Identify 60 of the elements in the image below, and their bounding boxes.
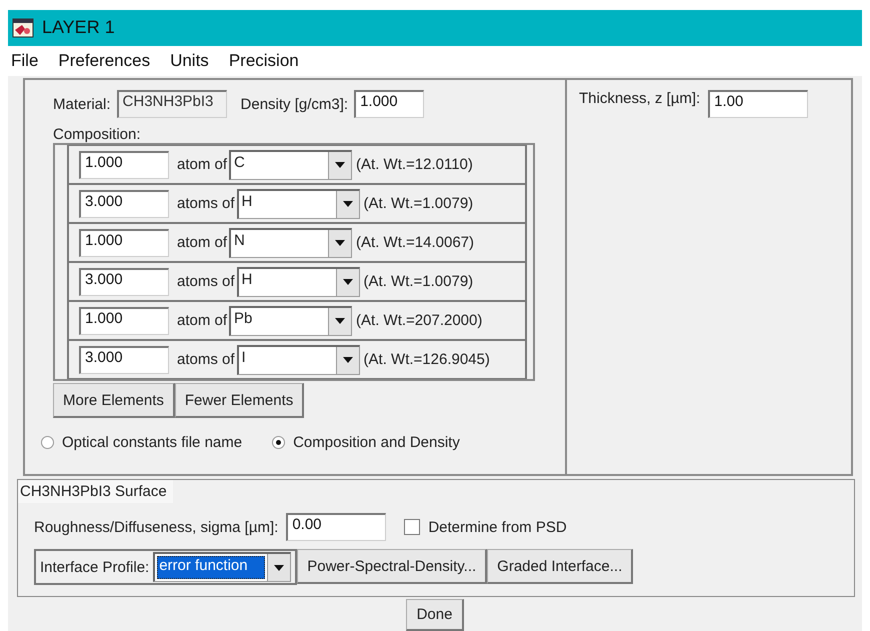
dropdown-arrow-icon [335,318,346,324]
element-dropdown[interactable]: H [236,188,360,219]
elements-button[interactable]: More Elements [53,383,175,418]
dropdown-arrow-icon [274,564,284,571]
density-label: Density [g/cm3]: [240,96,348,113]
menu-item[interactable]: File [11,51,38,72]
unit-label: atom of [177,156,228,174]
menu-item[interactable]: Units [170,51,209,72]
thickness-label: Thickness, z [µm]: [579,90,700,108]
dropdown-arrow-icon [335,162,346,168]
radio-button[interactable] [41,436,54,450]
element-dropdown[interactable]: H [236,266,360,297]
material-label: Material: [53,96,111,113]
radio-button[interactable] [272,436,286,450]
element-dropdown[interactable]: Pb [229,306,352,336]
dropdown-arrow-icon [342,201,353,208]
checkbox-label: Determine from PSD [428,518,567,536]
window-title: LAYER 1 [42,17,115,38]
atomic-weight-label: (At. Wt.=14.0067) [356,234,474,252]
roughness-label: Roughness/Diffuseness, sigma [µm]: [34,518,278,536]
atomic-weight-label: (At. Wt.=207.2000) [356,312,482,330]
radio-label: Optical constants file name [62,434,242,452]
dropdown-arrow-icon [335,240,346,246]
menu-item[interactable]: Preferences [58,51,150,72]
unit-label: atom of [177,312,228,330]
amount-field[interactable]: 3.000 [79,190,169,218]
surface-button[interactable]: Power-Spectral-Density... [297,549,488,584]
density-field[interactable]: 1.000 [354,90,424,118]
atomic-weight-label: (At. Wt.=126.9045) [364,351,490,368]
element-dropdown[interactable]: N [229,228,352,258]
element-dropdown[interactable]: C [229,150,352,180]
surface-button[interactable]: Graded Interface... [487,549,634,584]
atomic-weight-label: (At. Wt.=1.0079) [364,195,474,212]
thickness-field[interactable]: 1.00 [708,90,808,118]
amount-field[interactable]: 1.000 [79,306,169,335]
menu-item[interactable]: Precision [228,51,299,72]
dropdown-arrow-icon [342,357,353,364]
atomic-weight-label: (At. Wt.=12.0110) [356,156,473,174]
amount-field[interactable]: 3.000 [79,268,169,296]
amount-field[interactable]: 1.000 [79,150,169,179]
done-button[interactable]: Done [406,599,464,631]
material-field[interactable]: CH3NH3PbI3 [116,90,227,118]
unit-label: atoms of [177,195,235,212]
checkbox[interactable] [404,519,420,536]
surface-title: CH3NH3PbI3 Surface [18,480,173,504]
radio-label: Composition and Density [293,434,460,452]
unit-label: atoms of [177,351,235,368]
unit-label: atom of [177,234,228,252]
interface-profile-label: Interface Profile: [40,558,150,576]
roughness-field[interactable]: 0.00 [286,513,386,542]
atomic-weight-label: (At. Wt.=1.0079) [364,273,474,290]
interface-profile-dropdown[interactable]: error function [153,552,292,582]
amount-field[interactable]: 3.000 [79,346,169,374]
amount-field[interactable]: 1.000 [79,228,169,257]
app-icon [12,18,34,38]
dropdown-arrow-icon [342,279,353,286]
unit-label: atoms of [177,273,235,290]
composition-label: Composition: [53,126,142,144]
element-dropdown[interactable]: I [236,344,360,375]
elements-button[interactable]: Fewer Elements [174,383,304,418]
